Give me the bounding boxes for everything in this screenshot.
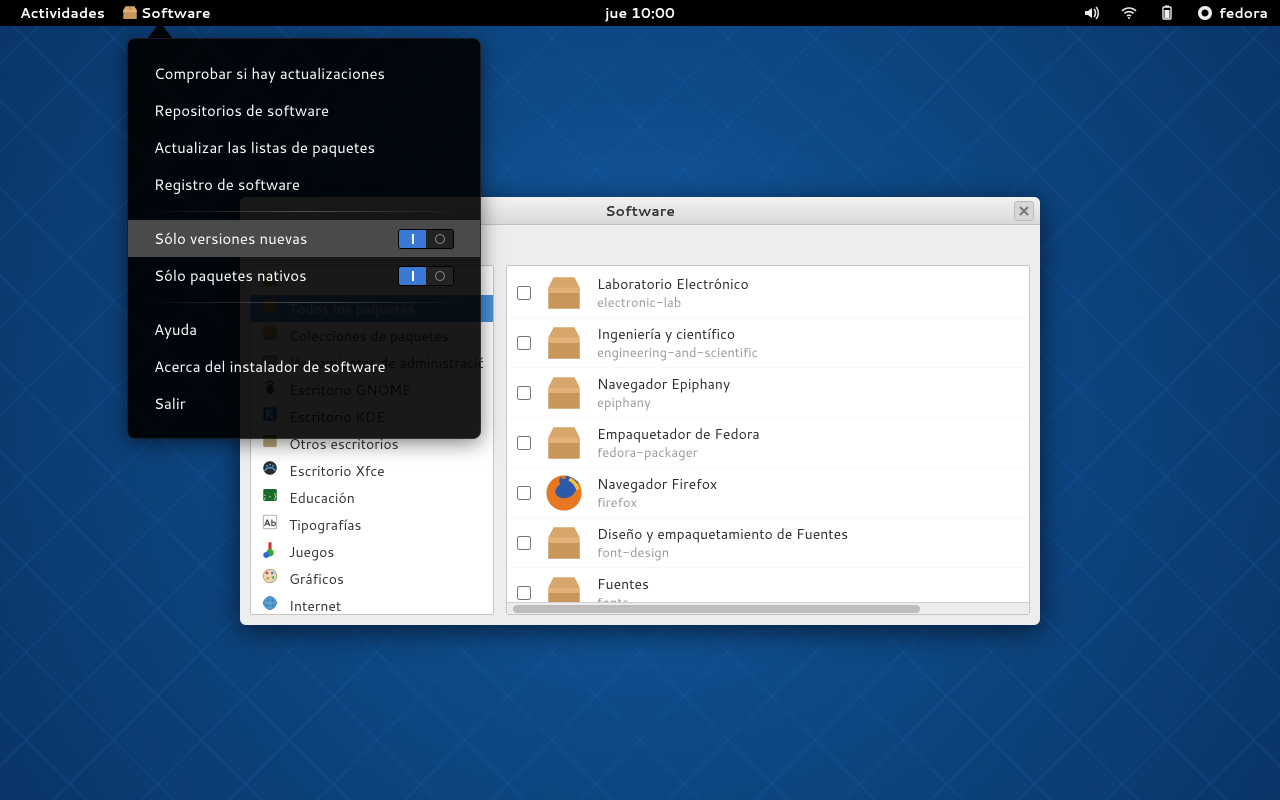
menu-separator bbox=[148, 211, 460, 212]
package-name: Ingeniería y científico bbox=[597, 324, 758, 344]
clock[interactable]: jue 10:00 bbox=[605, 3, 675, 23]
sidebar-item[interactable]: Juegos bbox=[251, 538, 493, 565]
menu-only-native-packages-label: Sólo paquetes nativos bbox=[154, 265, 307, 286]
menu-quit[interactable]: Salir bbox=[128, 385, 480, 422]
fedora-logo-icon bbox=[1197, 5, 1213, 21]
package-id: font-design bbox=[597, 544, 848, 562]
package-checkbox[interactable] bbox=[517, 336, 531, 350]
sidebar-item-label: Educación bbox=[289, 488, 355, 508]
menu-arrow bbox=[148, 22, 172, 38]
horizontal-scrollbar[interactable] bbox=[507, 602, 1029, 614]
menu-check-updates[interactable]: Comprobar si hay actualizaciones bbox=[128, 55, 480, 92]
package-checkbox[interactable] bbox=[517, 536, 531, 550]
scrollbar-thumb[interactable] bbox=[513, 605, 920, 613]
package-row[interactable]: Ingeniería y científicoengineering-and-s… bbox=[509, 318, 1027, 368]
package-checkbox[interactable] bbox=[517, 386, 531, 400]
package-id: engineering-and-scientific bbox=[597, 344, 758, 362]
menu-only-new-versions[interactable]: Sólo versiones nuevas bbox=[128, 220, 480, 257]
package-row[interactable]: Navegador Epiphanyepiphany bbox=[509, 368, 1027, 418]
package-name: Empaquetador de Fedora bbox=[597, 424, 760, 444]
window-title: Software bbox=[605, 201, 675, 221]
package-checkbox[interactable] bbox=[517, 286, 531, 300]
box-icon bbox=[543, 422, 585, 464]
sidebar-item-label: Tipografías bbox=[289, 515, 361, 535]
sidebar-item[interactable]: Internet bbox=[251, 592, 493, 615]
font-icon: Ab bbox=[261, 513, 279, 536]
menu-software-repos[interactable]: Repositorios de software bbox=[128, 92, 480, 129]
svg-text:;-): ;-) bbox=[263, 491, 278, 501]
app-menu-label: Software bbox=[141, 3, 211, 23]
package-icon bbox=[121, 4, 139, 22]
username-label: fedora bbox=[1219, 3, 1268, 23]
menu-only-native-packages[interactable]: Sólo paquetes nativos bbox=[128, 257, 480, 294]
sidebar-item[interactable]: Gráficos bbox=[251, 565, 493, 592]
box-icon bbox=[543, 272, 585, 314]
activities-button[interactable]: Actividades bbox=[12, 3, 113, 23]
sidebar-item[interactable]: Ab Tipografías bbox=[251, 511, 493, 538]
package-row[interactable]: Empaquetador de Fedorafedora-packager bbox=[509, 418, 1027, 468]
sidebar-item[interactable]: Escritorio Xfce bbox=[251, 457, 493, 484]
package-id: electronic-lab bbox=[597, 294, 749, 312]
sidebar-item-label: Internet bbox=[289, 596, 341, 616]
package-row[interactable]: Diseño y empaquetamiento de Fuentesfont-… bbox=[509, 518, 1027, 568]
battery-icon[interactable] bbox=[1159, 5, 1175, 21]
package-name: Fuentes bbox=[597, 574, 649, 594]
svg-text:Ab: Ab bbox=[264, 516, 277, 529]
menu-update-lists[interactable]: Actualizar las listas de paquetes bbox=[128, 129, 480, 166]
games-icon bbox=[261, 540, 279, 563]
package-name: Navegador Firefox bbox=[597, 474, 717, 494]
close-button[interactable] bbox=[1014, 201, 1034, 221]
package-list: Laboratorio Electrónicoelectronic-labIng… bbox=[506, 265, 1030, 615]
xfce-icon bbox=[261, 459, 279, 482]
sidebar-item-label: Gráficos bbox=[289, 569, 344, 589]
package-id: firefox bbox=[597, 494, 717, 512]
top-bar: Actividades Software jue 10:00 fedora bbox=[0, 0, 1280, 26]
firefox-icon bbox=[543, 472, 585, 514]
user-menu[interactable]: fedora bbox=[1197, 3, 1268, 23]
menu-software-log[interactable]: Registro de software bbox=[128, 166, 480, 203]
package-id: epiphany bbox=[597, 394, 730, 412]
package-name: Laboratorio Electrónico bbox=[597, 274, 749, 294]
globe-icon bbox=[261, 594, 279, 615]
package-id: fonts bbox=[597, 594, 649, 603]
box-icon bbox=[543, 372, 585, 414]
volume-icon[interactable] bbox=[1083, 5, 1099, 21]
sidebar-item-label: Juegos bbox=[289, 542, 334, 562]
package-name: Navegador Epiphany bbox=[597, 374, 730, 394]
menu-help[interactable]: Ayuda bbox=[128, 311, 480, 348]
menu-separator bbox=[148, 302, 460, 303]
package-id: fedora-packager bbox=[597, 444, 760, 462]
box-icon bbox=[543, 572, 585, 603]
package-row[interactable]: Fuentesfonts bbox=[509, 568, 1027, 602]
app-dropdown-menu: Comprobar si hay actualizaciones Reposit… bbox=[127, 38, 481, 439]
graphics-icon bbox=[261, 567, 279, 590]
package-scroll[interactable]: Laboratorio Electrónicoelectronic-labIng… bbox=[507, 266, 1029, 602]
sidebar-item[interactable]: ;-) Educación bbox=[251, 484, 493, 511]
sidebar-item-label: Escritorio Xfce bbox=[289, 461, 385, 481]
package-row[interactable]: Navegador Firefoxfirefox bbox=[509, 468, 1027, 518]
package-checkbox[interactable] bbox=[517, 486, 531, 500]
package-row[interactable]: Laboratorio Electrónicoelectronic-lab bbox=[509, 268, 1027, 318]
package-checkbox[interactable] bbox=[517, 586, 531, 600]
edu-icon: ;-) bbox=[261, 486, 279, 509]
toggle-native-packages[interactable] bbox=[398, 266, 454, 286]
toggle-new-versions[interactable] bbox=[398, 229, 454, 249]
package-name: Diseño y empaquetamiento de Fuentes bbox=[597, 524, 848, 544]
box-icon bbox=[543, 322, 585, 364]
wifi-icon[interactable] bbox=[1121, 5, 1137, 21]
menu-only-new-versions-label: Sólo versiones nuevas bbox=[154, 228, 307, 249]
menu-about[interactable]: Acerca del instalador de software bbox=[128, 348, 480, 385]
package-checkbox[interactable] bbox=[517, 436, 531, 450]
close-icon bbox=[1019, 206, 1029, 216]
box-icon bbox=[543, 522, 585, 564]
